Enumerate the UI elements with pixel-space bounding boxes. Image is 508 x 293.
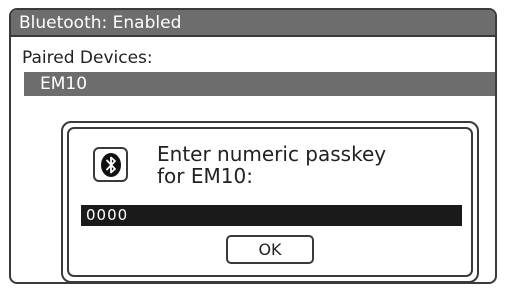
ok-button[interactable]: OK xyxy=(226,235,314,264)
bluetooth-window: Bluetooth: Enabled Paired Devices: EM10 … xyxy=(9,8,497,284)
passkey-prompt-line1: Enter numeric passkey xyxy=(157,142,387,166)
paired-devices-label: Paired Devices: xyxy=(22,48,153,68)
passkey-input[interactable]: 0000 xyxy=(81,205,462,226)
paired-device-item-em10[interactable]: EM10 xyxy=(24,72,495,96)
passkey-dialog-panel: Enter numeric passkey for EM10: 0000 OK xyxy=(67,127,473,277)
passkey-dialog: Enter numeric passkey for EM10: 0000 OK xyxy=(61,121,479,282)
passkey-prompt-line2: for EM10: xyxy=(157,164,253,188)
window-title: Bluetooth: Enabled xyxy=(11,10,495,37)
passkey-prompt: Enter numeric passkey for EM10: xyxy=(157,143,386,187)
bluetooth-icon xyxy=(93,147,128,182)
